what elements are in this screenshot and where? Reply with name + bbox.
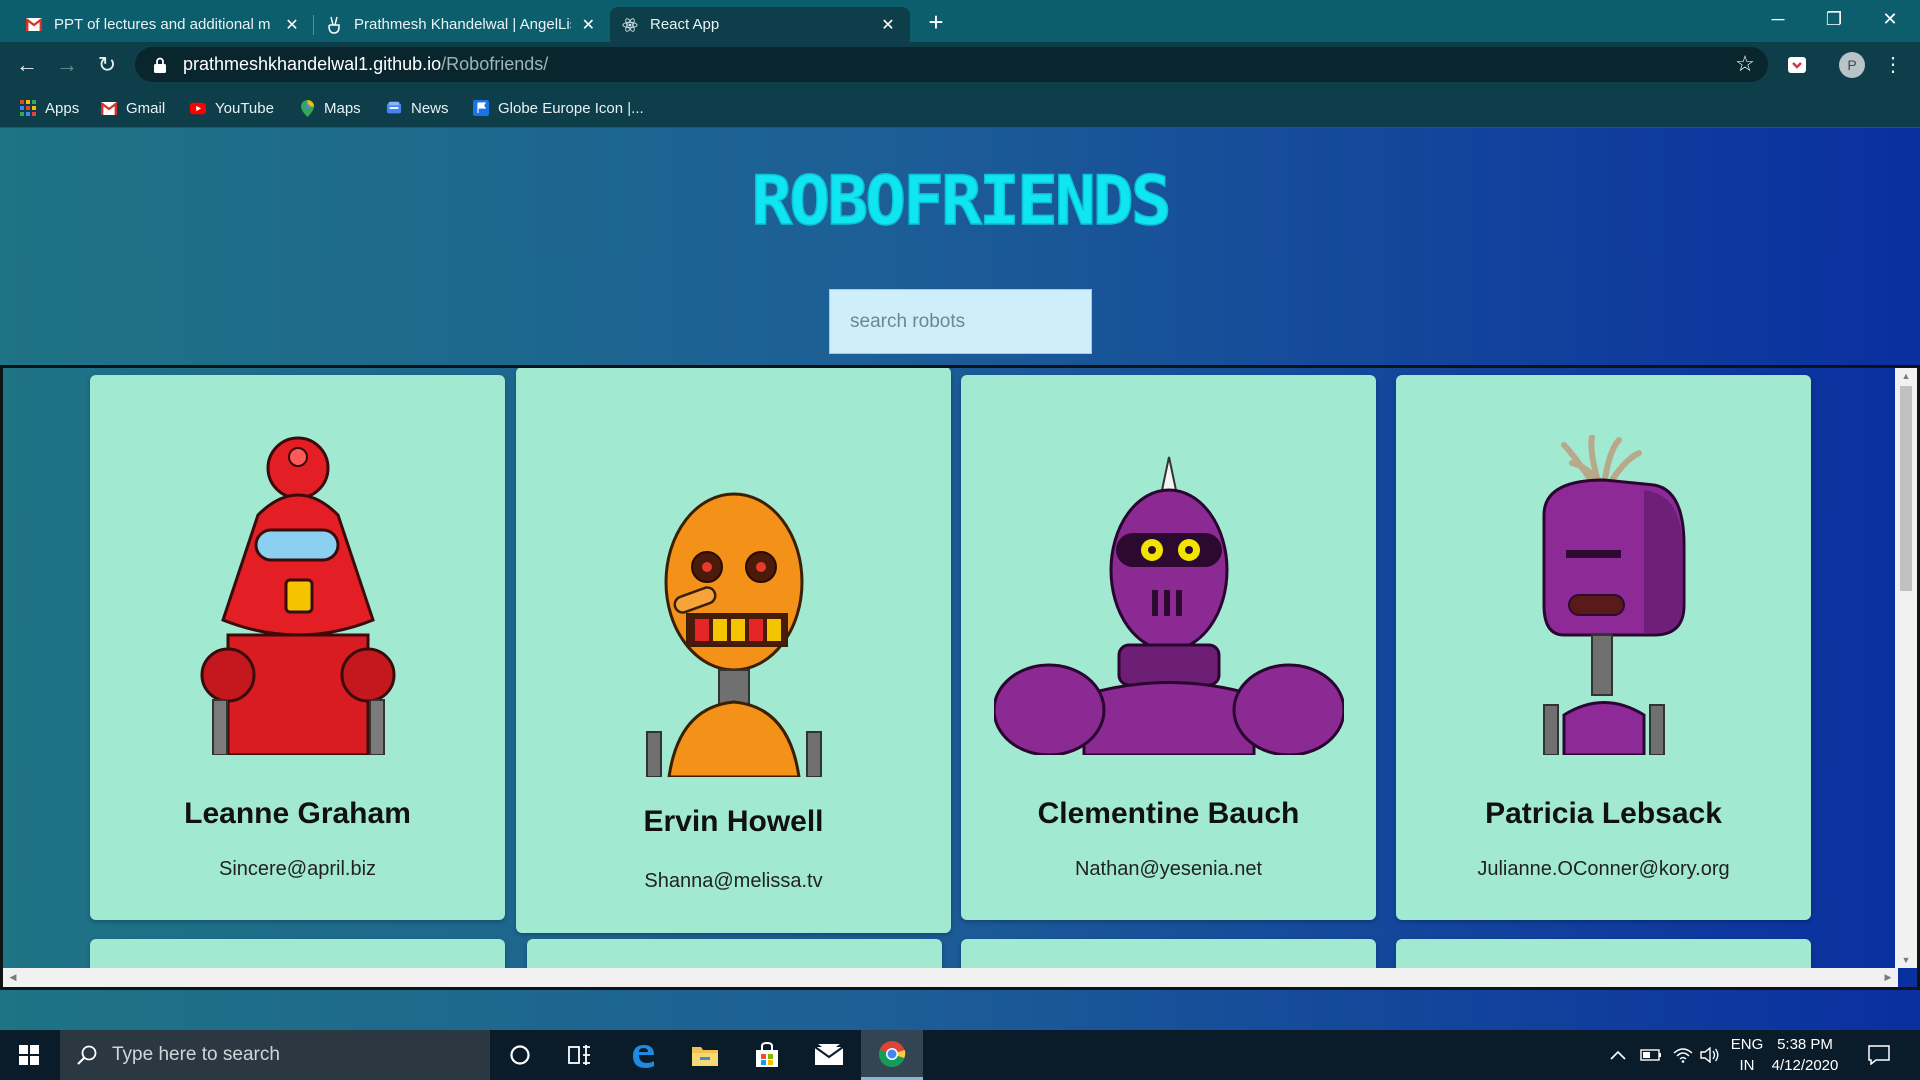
tab-angellist[interactable]: Prathmesh Khandelwal | AngelLis ✕ [314,7,610,42]
robot-image [90,435,505,755]
wifi-icon[interactable] [1673,1030,1693,1080]
scroll-right-arrow-icon[interactable]: ▶ [1880,968,1896,987]
robofriends-page: ROBOFRIENDS Leanne Graham [0,128,1920,1030]
robot-card-list[interactable]: Leanne Graham Sincere@april.biz Ervin Ho… [0,365,1920,990]
news-icon [386,100,402,116]
bookmark-star-icon[interactable]: ☆ [1732,51,1758,77]
app-title-text: ROBOFRIENDS [751,162,1168,240]
lock-icon [153,57,167,73]
chrome-icon[interactable] [861,1030,923,1080]
edge-browser-icon[interactable] [612,1030,674,1080]
mail-icon[interactable] [798,1030,860,1080]
bookmark-maps[interactable]: Maps [299,97,361,119]
tab-title: PPT of lectures and additional m [54,16,271,33]
close-tab-icon[interactable]: ✕ [579,15,598,35]
robot-image [1396,435,1811,755]
taskbar-clock[interactable]: 5:38 PM 4/12/2020 [1760,1034,1850,1076]
bookmark-label: Maps [324,99,361,117]
robot-email: Julianne.OConner@kory.org [1477,858,1730,880]
back-arrow-icon[interactable]: ← [12,50,42,80]
address-bar[interactable]: prathmeshkhandelwal1.github.io/Robofrien… [135,47,1768,82]
pocket-extension-icon[interactable] [1784,52,1810,78]
bookmark-label: Apps [45,99,80,117]
windows-taskbar: Type here to search ENG IN 5:38 PM 4/12/… [0,1030,1920,1080]
bookmark-apps[interactable]: Apps [20,97,79,119]
react-icon [622,17,638,33]
tab-title: Prathmesh Khandelwal | AngelLis [354,16,571,33]
scroll-up-arrow-icon[interactable]: ▲ [1895,368,1917,384]
bookmark-label: News [411,99,449,117]
menu-kebab-icon[interactable]: ⋮ [1878,50,1908,80]
task-view-icon[interactable] [549,1030,611,1080]
robot-card[interactable]: Leanne Graham Sincere@april.biz [90,375,505,920]
gmail-icon [101,100,117,116]
robot-name: Leanne Graham [184,797,411,830]
url-text: prathmeshkhandelwal1.github.io/Robofrien… [183,54,548,75]
bookmark-label: Globe Europe Icon |... [498,99,644,117]
horizontal-scrollbar[interactable]: ◀ ▶ [3,968,1898,987]
angellist-icon [326,16,342,34]
new-tab-button[interactable]: + [922,8,950,36]
clock-date: 4/12/2020 [1771,1057,1839,1074]
robot-email: Shanna@melissa.tv [644,870,823,892]
tab-gmail[interactable]: PPT of lectures and additional m ✕ [14,7,314,42]
flag-icon [473,100,489,116]
robot-email: Nathan@yesenia.net [1074,858,1263,880]
close-tab-icon[interactable]: ✕ [282,15,302,35]
vertical-scrollbar[interactable]: ▲ ▼ [1895,368,1917,968]
robot-card[interactable]: Clementine Bauch Nathan@yesenia.net [961,375,1376,920]
bookmark-label: Gmail [126,99,166,117]
tab-title: React App [650,16,720,33]
browser-tab-strip: PPT of lectures and additional m ✕ Prath… [0,0,1920,42]
robot-name: Ervin Howell [643,805,824,838]
profile-avatar[interactable]: P [1839,52,1865,78]
apps-grid-icon [20,100,36,116]
browser-toolbar: ← → ↻ prathmeshkhandelwal1.github.io/Rob… [0,42,1920,87]
bookmarks-bar: Apps Gmail YouTube Maps News Globe Europ… [0,87,1920,128]
url-host: prathmeshkhandelwal1.github.io [183,54,442,74]
bookmark-label: YouTube [215,99,274,117]
show-hidden-icons-chevron-icon[interactable] [1610,1030,1626,1080]
volume-icon[interactable] [1700,1030,1720,1080]
bookmark-news[interactable]: News [386,97,449,119]
robot-image [516,492,951,777]
bookmark-youtube[interactable]: YouTube [190,97,274,119]
close-tab-icon[interactable]: ✕ [878,15,898,35]
robot-name: Patricia Lebsack [1485,797,1722,830]
bookmark-globe-europe[interactable]: Globe Europe Icon |... [473,97,644,119]
maps-pin-icon [299,99,315,117]
bookmark-gmail[interactable]: Gmail [101,97,165,119]
robot-name: Clementine Bauch [1037,797,1300,830]
notifications-icon[interactable] [1868,1030,1890,1080]
close-window-button[interactable]: ✕ [1862,0,1918,40]
reload-icon[interactable]: ↻ [92,50,122,80]
url-path: /Robofriends/ [441,54,549,74]
scroll-left-arrow-icon[interactable]: ◀ [5,968,21,987]
robot-card[interactable]: Ervin Howell Shanna@melissa.tv [516,368,951,933]
scrollbar-thumb[interactable] [1900,386,1912,591]
forward-arrow-icon[interactable]: → [52,50,82,80]
search-icon [76,1044,98,1066]
microsoft-store-icon[interactable] [736,1030,798,1080]
restore-button[interactable]: ❐ [1806,0,1862,40]
robot-email: Sincere@april.biz [218,858,377,880]
robot-card[interactable]: Patricia Lebsack Julianne.OConner@kory.o… [1396,375,1811,920]
taskbar-search-placeholder: Type here to search [112,1044,280,1065]
search-robots-input[interactable] [829,289,1092,354]
minimize-button[interactable]: ─ [1750,0,1806,40]
gmail-icon [26,17,42,33]
scroll-down-arrow-icon[interactable]: ▼ [1895,952,1917,968]
taskbar-search-box[interactable]: Type here to search [60,1030,490,1080]
clock-time: 5:38 PM [1777,1036,1833,1053]
battery-icon[interactable] [1640,1030,1662,1080]
windows-start-icon[interactable] [0,1030,58,1080]
file-explorer-icon[interactable] [674,1030,736,1080]
robot-image [961,455,1376,755]
tab-react-app[interactable]: React App ✕ [610,7,910,42]
app-title: ROBOFRIENDS [0,160,1920,245]
youtube-icon [190,100,206,116]
cortana-icon[interactable] [489,1030,551,1080]
